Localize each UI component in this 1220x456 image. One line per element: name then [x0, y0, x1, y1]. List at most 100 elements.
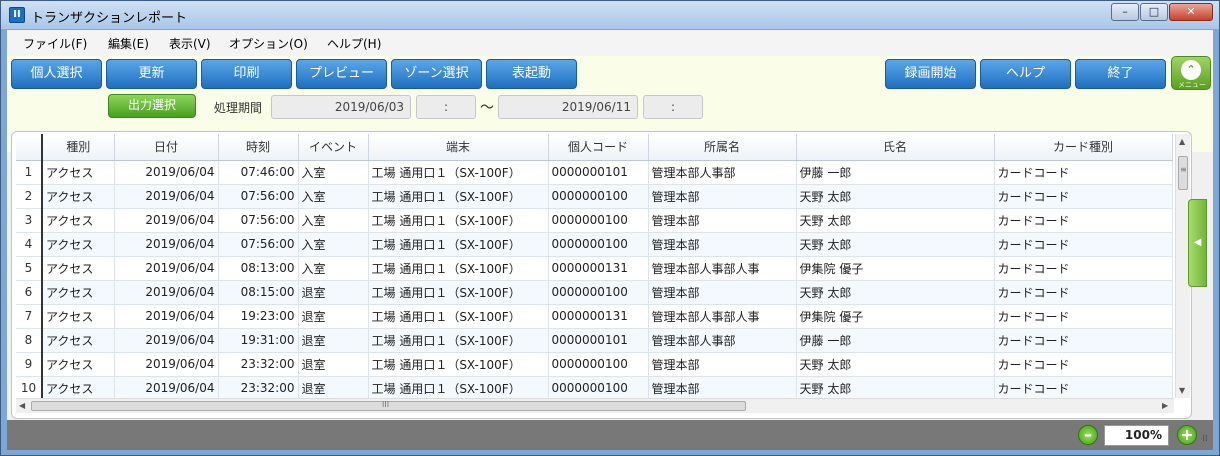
table-row[interactable]: 1 アクセス 2019/06/04 07:46:00 入室 工場 通用口１（SX-100F…	[16, 160, 1173, 185]
scroll-down-icon[interactable]: ▼	[1179, 386, 1185, 395]
department-cell: 管理本部人事部	[648, 160, 797, 185]
time-cell: 19:31:00	[218, 328, 299, 353]
refresh-button[interactable]: 更新	[106, 59, 197, 89]
type-cell: アクセス	[42, 352, 115, 377]
name-cell: 伊藤 一郎	[796, 160, 995, 185]
table-row[interactable]: 2 アクセス 2019/06/04 07:56:00 入室 工場 通用口１（SX-100F…	[16, 184, 1173, 209]
vertical-scroll-thumb[interactable]: ≡	[1178, 156, 1188, 190]
name-cell: 天野 太郎	[796, 376, 995, 401]
zoom-level[interactable]: 100%	[1104, 425, 1169, 446]
column-header-person-code[interactable]: 個人コード	[548, 134, 649, 161]
column-header-terminal[interactable]: 端末	[368, 134, 549, 161]
type-cell: アクセス	[42, 184, 115, 209]
table-row[interactable]: 3 アクセス 2019/06/04 07:56:00 入室 工場 通用口１（SX-100F…	[16, 208, 1173, 233]
column-header-name[interactable]: 氏名	[796, 134, 995, 161]
record-start-button[interactable]: 録画開始	[885, 59, 976, 89]
person-code-cell: 0000000100	[548, 208, 649, 233]
grip-icon: ≡	[1180, 165, 1187, 174]
terminal-cell: 工場 通用口１（SX-100F）	[368, 352, 549, 377]
output-select-button[interactable]: 出力選択	[108, 94, 196, 118]
type-cell: アクセス	[42, 304, 115, 329]
app-window: II トランザクションレポート – □ ✕ ファイル(F) 編集(E) 表示(V…	[0, 0, 1220, 456]
time-cell: 08:15:00	[218, 280, 299, 305]
column-header-department[interactable]: 所属名	[648, 134, 797, 161]
date-from-field[interactable]: 2019/06/03	[271, 95, 411, 119]
menu-edit[interactable]: 編集(E)	[108, 35, 149, 52]
column-header-date[interactable]: 日付	[114, 134, 219, 161]
column-header-rownum	[16, 134, 43, 161]
exit-button[interactable]: 終了	[1075, 59, 1166, 89]
report-grid: 種別 日付 時刻 イベント 端末 個人コード 所属名 氏名 カード種別 1 アクセ…	[11, 131, 1192, 419]
type-cell: アクセス	[42, 376, 115, 401]
maximize-button[interactable]: □	[1140, 3, 1168, 21]
event-cell: 退室	[298, 352, 369, 377]
date-cell: 2019/06/04	[114, 280, 219, 305]
column-header-time[interactable]: 時刻	[218, 134, 299, 161]
resize-grip-icon[interactable]: ⁞⁞	[1202, 434, 1208, 444]
table-launch-button[interactable]: 表起動	[486, 59, 577, 89]
table-row[interactable]: 4 アクセス 2019/06/04 07:56:00 入室 工場 通用口１（SX-100F…	[16, 232, 1173, 257]
event-cell: 入室	[298, 160, 369, 185]
minimize-button[interactable]: –	[1111, 3, 1139, 21]
zoom-out-button[interactable]: –	[1078, 425, 1098, 445]
horizontal-scrollbar[interactable]: ◀ III ▶	[16, 398, 1174, 413]
terminal-cell: 工場 通用口１（SX-100F）	[368, 208, 549, 233]
department-cell: 管理本部人事部人事	[648, 304, 797, 329]
person-select-button[interactable]: 個人選択	[11, 59, 102, 89]
column-header-type[interactable]: 種別	[42, 134, 115, 161]
date-cell: 2019/06/04	[114, 184, 219, 209]
scroll-right-icon[interactable]: ▶	[1162, 401, 1168, 410]
date-to-field[interactable]: 2019/06/11	[498, 95, 638, 119]
terminal-cell: 工場 通用口１（SX-100F）	[368, 328, 549, 353]
row-number: 2	[16, 184, 43, 209]
chevron-up-icon: ⌃	[1181, 60, 1201, 80]
menu-options[interactable]: オプション(O)	[229, 35, 308, 52]
menu-file[interactable]: ファイル(F)	[23, 35, 87, 52]
table-row[interactable]: 5 アクセス 2019/06/04 08:13:00 入室 工場 通用口１（SX-100F…	[16, 256, 1173, 281]
department-cell: 管理本部	[648, 280, 797, 305]
print-button[interactable]: 印刷	[201, 59, 292, 89]
menu-toggle-caption: メニュー	[1178, 81, 1206, 89]
table-row[interactable]: 8 アクセス 2019/06/04 19:31:00 退室 工場 通用口１（SX-100F…	[16, 328, 1173, 353]
side-panel-toggle[interactable]: ◀	[1188, 199, 1207, 287]
name-cell: 天野 太郎	[796, 232, 995, 257]
close-button[interactable]: ✕	[1169, 3, 1213, 21]
type-cell: アクセス	[42, 208, 115, 233]
column-header-event[interactable]: イベント	[298, 134, 369, 161]
date-cell: 2019/06/04	[114, 376, 219, 401]
time-cell: 19:23:00	[218, 304, 299, 329]
person-code-cell: 0000000131	[548, 304, 649, 329]
title-bar[interactable]: II トランザクションレポート – □ ✕	[1, 1, 1219, 29]
zoom-in-button[interactable]: +	[1177, 425, 1197, 445]
table-row[interactable]: 6 アクセス 2019/06/04 08:15:00 退室 工場 通用口１（SX-100F…	[16, 280, 1173, 305]
table-row[interactable]: 10 アクセス 2019/06/04 23:32:00 退室 工場 通用口１（SX-100…	[16, 376, 1173, 401]
row-number: 1	[16, 160, 43, 185]
menu-toggle-button[interactable]: ⌃ メニュー	[1171, 56, 1211, 90]
time-from-field[interactable]: :	[416, 95, 476, 119]
department-cell: 管理本部	[648, 352, 797, 377]
scroll-up-icon[interactable]: ▲	[1179, 137, 1185, 146]
menu-view[interactable]: 表示(V)	[169, 35, 211, 52]
time-to-field[interactable]: :	[643, 95, 703, 119]
person-code-cell: 0000000100	[548, 352, 649, 377]
table-row[interactable]: 9 アクセス 2019/06/04 23:32:00 退室 工場 通用口１（SX-100F…	[16, 352, 1173, 377]
person-code-cell: 0000000100	[548, 280, 649, 305]
table-row[interactable]: 7 アクセス 2019/06/04 19:23:00 退室 工場 通用口１（SX-100F…	[16, 304, 1173, 329]
time-cell: 07:56:00	[218, 184, 299, 209]
help-button[interactable]: ヘルプ	[980, 59, 1071, 89]
name-cell: 天野 太郎	[796, 280, 995, 305]
event-cell: 入室	[298, 184, 369, 209]
event-cell: 退室	[298, 328, 369, 353]
preview-button[interactable]: プレビュー	[296, 59, 387, 89]
name-cell: 伊集院 優子	[796, 304, 995, 329]
type-cell: アクセス	[42, 328, 115, 353]
date-cell: 2019/06/04	[114, 304, 219, 329]
zone-select-button[interactable]: ゾーン選択	[391, 59, 482, 89]
department-cell: 管理本部	[648, 376, 797, 401]
time-cell: 07:46:00	[218, 160, 299, 185]
period-label: 処理期間	[214, 101, 263, 115]
scroll-left-icon[interactable]: ◀	[19, 401, 25, 410]
column-header-card-type[interactable]: カード種別	[994, 134, 1173, 161]
horizontal-scroll-thumb[interactable]: III	[31, 400, 746, 411]
menu-help[interactable]: ヘルプ(H)	[327, 35, 381, 52]
